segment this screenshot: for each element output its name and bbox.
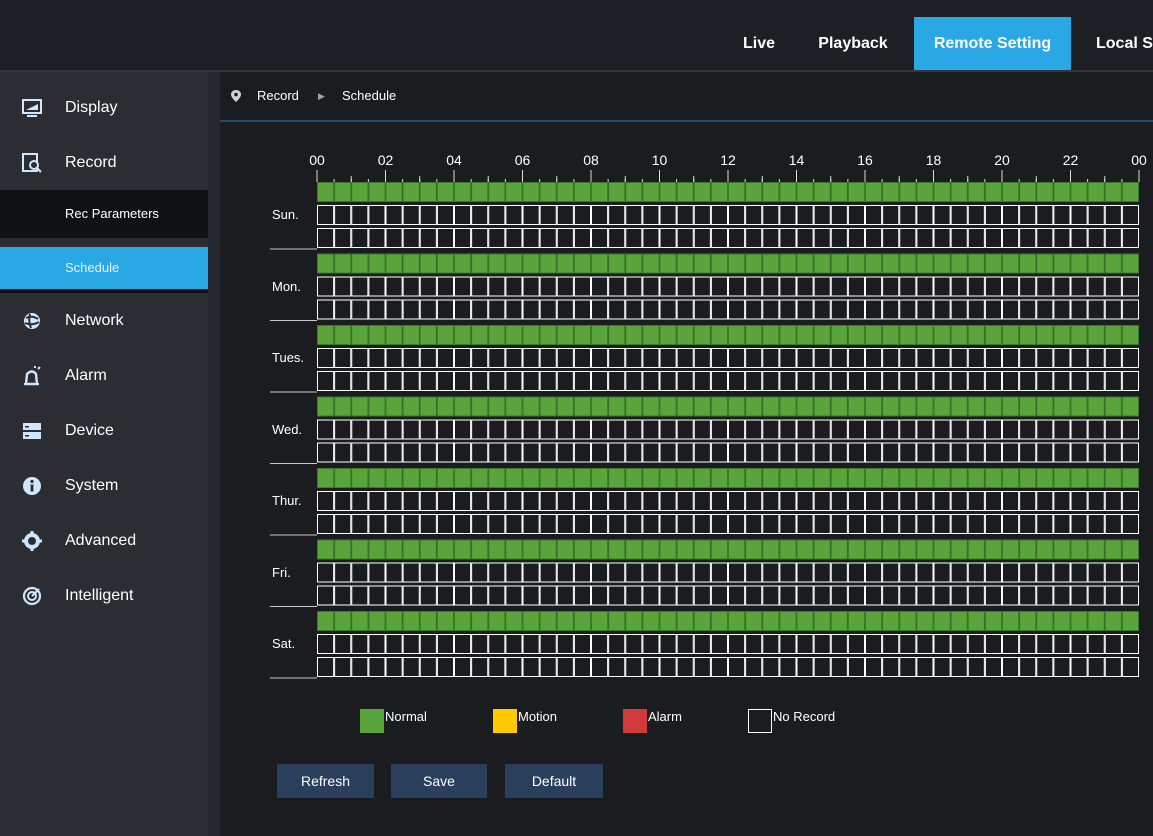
day-label: Tues. [272,350,305,365]
day-label: Thur. [272,493,302,508]
breadcrumb-arrow-icon: ▶ [318,91,325,101]
legend-label: No Record [773,709,836,724]
day-label: Sat. [272,636,296,651]
sidebar-item-alarm[interactable]: Alarm [0,348,208,403]
hour-label: 00 [309,152,325,168]
breadcrumb-page: Schedule [342,88,397,103]
legend-label: Alarm [648,709,682,724]
day-label: Mon. [272,278,301,294]
sidebar-subitem-rec-parameters[interactable]: Rec Parameters [0,190,208,238]
gear-icon [22,531,42,551]
hour-label: 22 [1062,152,1079,168]
save-button[interactable]: Save [391,764,487,798]
nav-playback-tab[interactable]: Playback [803,17,903,70]
legend-normal-swatch [360,709,384,733]
sidebar-item-label: Intelligent [65,587,134,604]
legend-label: Motion [518,709,558,724]
sidebar-item-label: System [65,477,119,494]
sidebar-item-label: Advanced [65,532,137,549]
sidebar-item-label: Device [65,422,114,439]
sidebar-item-label: Display [65,99,118,116]
sidebar-item-label: Alarm [65,367,107,384]
hour-label: 18 [925,152,942,168]
sidebar-subitem-label: Schedule [65,260,120,275]
sidebar-subitem-label: Rec Parameters [65,206,159,221]
intelligent-icon [22,586,42,606]
device-storage-icon [22,421,42,441]
hour-label: 08 [583,152,599,168]
hour-label: 00 [1131,152,1147,168]
breadcrumb-section[interactable]: Record [257,72,299,120]
hour-label: 10 [651,152,668,168]
nav-remote-setting-tab[interactable]: Remote Setting [914,17,1071,70]
sidebar-item-device[interactable]: Device [0,403,208,458]
legend-label: Normal [385,709,427,724]
legend-alarm-swatch [623,709,647,733]
sidebar: Display Record Rec Parameters Schedule N… [0,72,208,836]
hour-label: 02 [377,152,394,168]
monitor-icon [22,98,42,118]
sidebar-divider [208,72,220,836]
hour-label: 04 [446,152,462,168]
legend-no-record-swatch [748,709,772,733]
breadcrumb: Record ▶ Schedule [220,72,1153,122]
top-nav-bar: Live Playback Remote Setting Local S [0,0,1153,72]
sidebar-item-label: Record [65,154,117,171]
record-search-icon [22,153,42,173]
default-button[interactable]: Default [505,764,603,798]
sidebar-item-system[interactable]: System [0,458,208,513]
network-globe-icon [22,311,42,331]
hour-label: 12 [720,152,736,168]
nav-local-setting-tab[interactable]: Local S [1086,17,1153,70]
info-icon [22,476,42,496]
sidebar-item-network[interactable]: Network [0,293,208,348]
hour-label: 06 [514,152,531,168]
sidebar-item-advanced[interactable]: Advanced [0,513,208,568]
sidebar-item-display[interactable]: Display [0,80,208,135]
day-label: Sun. [272,207,299,222]
day-label: Wed. [272,421,303,437]
sidebar-subitem-schedule[interactable]: Schedule [0,247,208,293]
sidebar-item-label: Network [65,312,124,329]
location-pin-icon [230,90,242,105]
sidebar-item-record[interactable]: Record [0,135,208,190]
sidebar-item-intelligent[interactable]: Intelligent [0,568,208,623]
nav-live-tab[interactable]: Live [724,17,794,70]
hour-label: 14 [788,152,805,168]
alarm-siren-icon [22,366,42,386]
hour-label: 20 [994,152,1010,168]
hour-label: 16 [857,152,873,168]
legend-motion-swatch [493,709,517,733]
day-label: Fri. [272,564,291,580]
refresh-button[interactable]: Refresh [277,764,374,798]
